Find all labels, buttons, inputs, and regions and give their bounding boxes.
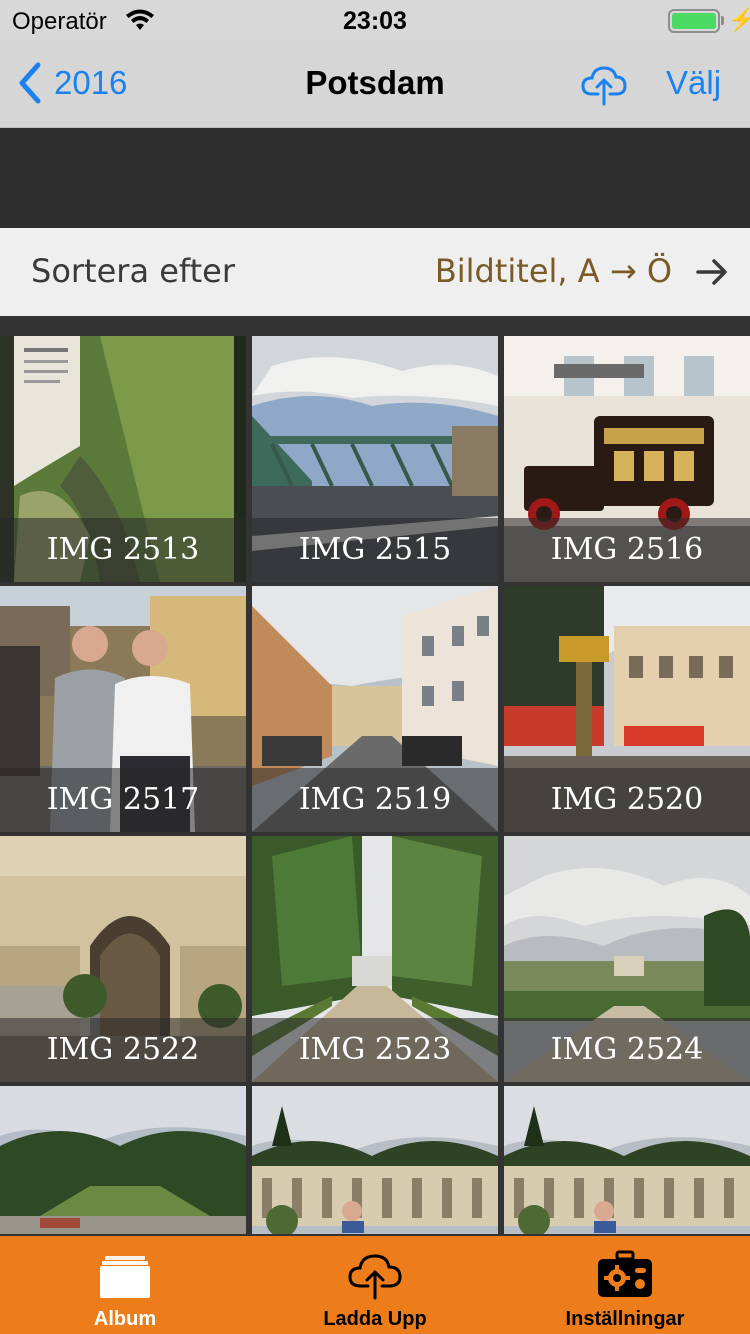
- battery-cap: [721, 16, 724, 25]
- charging-bolt-icon: ⚡: [728, 7, 750, 32]
- photo-caption: IMG 2523: [252, 1018, 498, 1082]
- photo-tile[interactable]: IMG 2520: [504, 586, 750, 832]
- clock: 23:03: [343, 7, 407, 35]
- photo-caption: IMG 2517: [0, 768, 246, 832]
- photo-tile[interactable]: IMG 2517: [0, 586, 246, 832]
- tab-label-album: Album: [93, 1308, 157, 1330]
- photo-grid: IMG 2513 IMG 2515 IMG 2516 IMG 2517 IMG …: [0, 336, 750, 1234]
- photo-tile[interactable]: [504, 1086, 750, 1234]
- photo-caption: IMG 2522: [0, 1018, 246, 1082]
- photo-tile[interactable]: IMG 2515: [252, 336, 498, 582]
- photo-caption: IMG 2516: [504, 518, 750, 582]
- page-title: Potsdam: [305, 64, 445, 101]
- sort-label: Sortera efter: [31, 252, 235, 290]
- tab-album[interactable]: Album: [0, 1236, 250, 1334]
- battery-icon: [668, 9, 720, 33]
- photo-tile[interactable]: IMG 2523: [252, 836, 498, 1082]
- photo-caption: IMG 2520: [504, 768, 750, 832]
- photo-thumbnail: [504, 1086, 750, 1234]
- photo-tile[interactable]: IMG 2524: [504, 836, 750, 1082]
- sort-value: Bildtitel, A → Ö: [434, 252, 672, 290]
- tab-bar: Album Ladda Upp Inställningar: [0, 1236, 750, 1334]
- tab-label-upload: Ladda Upp: [323, 1308, 427, 1330]
- photo-caption: IMG 2519: [252, 768, 498, 832]
- photo-tile[interactable]: IMG 2516: [504, 336, 750, 582]
- sort-row[interactable]: Sortera efter Bildtitel, A → Ö: [0, 228, 750, 316]
- photo-tile[interactable]: IMG 2513: [0, 336, 246, 582]
- photo-thumbnail: [252, 1086, 498, 1234]
- cloud-upload-icon[interactable]: [580, 60, 628, 108]
- cloud-upload-icon: [348, 1254, 402, 1300]
- photo-tile[interactable]: [252, 1086, 498, 1234]
- select-button[interactable]: Välj: [666, 64, 721, 102]
- settings-toolbox-icon: [598, 1250, 652, 1297]
- photo-thumbnail: [0, 1086, 246, 1234]
- photo-tile[interactable]: [0, 1086, 246, 1234]
- photo-caption: IMG 2515: [252, 518, 498, 582]
- photo-tile[interactable]: IMG 2519: [252, 586, 498, 832]
- status-bar: Operatör 23:03 ⚡: [0, 0, 750, 40]
- tab-upload[interactable]: Ladda Upp: [250, 1236, 500, 1334]
- photo-tile[interactable]: IMG 2522: [0, 836, 246, 1082]
- arrow-right-icon: [696, 259, 727, 285]
- header-banner: [0, 128, 750, 228]
- tab-settings[interactable]: Inställningar: [500, 1236, 750, 1334]
- photo-caption: IMG 2513: [0, 518, 246, 582]
- photo-caption: IMG 2524: [504, 1018, 750, 1082]
- navigation-bar: 2016 Potsdam Välj: [0, 40, 750, 128]
- album-icon: [100, 1256, 150, 1298]
- tab-label-settings: Inställningar: [565, 1308, 685, 1330]
